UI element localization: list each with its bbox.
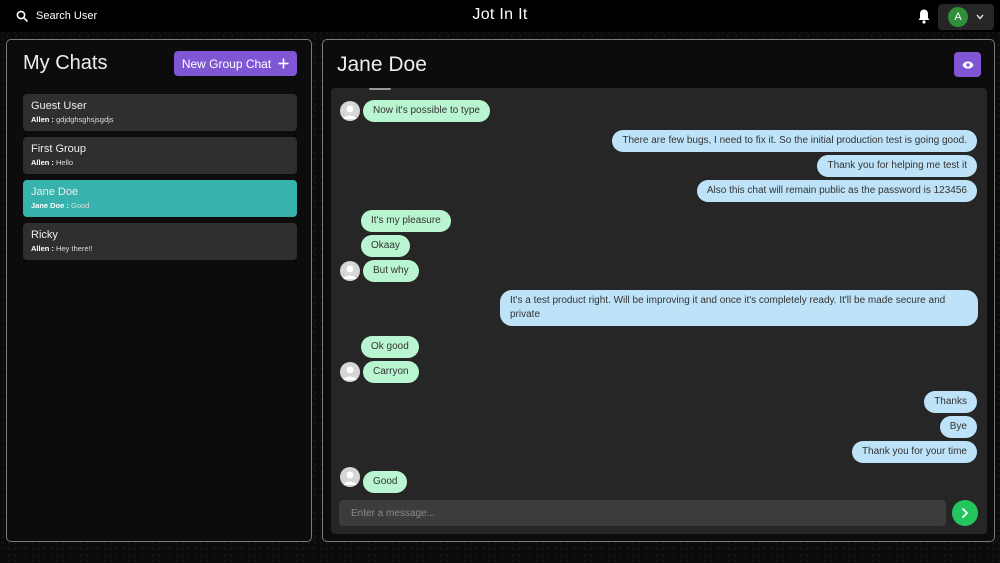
message-bubble-received: Okaay bbox=[361, 235, 410, 257]
sender-avatar-icon bbox=[340, 261, 360, 281]
new-group-chat-label: New Group Chat bbox=[181, 56, 272, 71]
chat-preview: Allen : Hey there!! bbox=[31, 244, 289, 254]
chat-item-jane-doe[interactable]: Jane Doe Jane Doe : Good bbox=[23, 180, 297, 217]
chat-preview-text: Hello bbox=[53, 158, 74, 167]
chat-name: Ricky bbox=[31, 229, 58, 241]
message-bubble-received: But why bbox=[363, 260, 419, 282]
chevron-right-icon bbox=[962, 508, 968, 518]
user-avatar: A bbox=[948, 7, 968, 27]
sender-avatar-icon bbox=[340, 101, 360, 121]
chat-item-first-group[interactable]: First Group Allen : Hello bbox=[23, 137, 297, 174]
my-chats-panel: My Chats New Group Chat Guest User Allen… bbox=[6, 39, 312, 542]
chat-name: Jane Doe bbox=[31, 186, 79, 198]
search-user-button[interactable]: Search User bbox=[10, 5, 103, 27]
chat-list: Guest User Allen : gdjdghsghsjsgdjs Firs… bbox=[23, 94, 297, 266]
plus-icon bbox=[278, 58, 289, 69]
chat-item-ricky[interactable]: Ricky Allen : Hey there!! bbox=[23, 223, 297, 260]
chat-item-guest-user[interactable]: Guest User Allen : gdjdghsghsjsgdjs bbox=[23, 94, 297, 131]
chat-preview-sender: Jane Doe : bbox=[31, 201, 69, 210]
message-bubble-sent: Thanks bbox=[924, 391, 977, 413]
profile-menu-button[interactable]: A bbox=[938, 4, 994, 30]
conversation-panel: Jane Doe Now it's possible to type There… bbox=[322, 39, 995, 542]
chat-preview-text: Good bbox=[68, 201, 90, 210]
chat-preview-sender: Allen : bbox=[31, 158, 54, 167]
message-bubble-received: Good bbox=[363, 471, 408, 493]
chat-preview-text: Hey there!! bbox=[53, 244, 93, 253]
send-button[interactable] bbox=[952, 500, 978, 526]
message-bubble-sent: Also this chat will remain public as the… bbox=[696, 180, 977, 202]
my-chats-title: My Chats bbox=[23, 52, 108, 74]
chat-preview: Jane Doe : Good bbox=[31, 201, 289, 211]
message-input[interactable] bbox=[339, 500, 946, 526]
message-bubble-sent: Thank you for your time bbox=[851, 441, 977, 463]
chat-preview-text: gdjdghsghsjsgdjs bbox=[53, 115, 114, 124]
new-group-chat-button[interactable]: New Group Chat bbox=[174, 51, 297, 76]
chat-name: Guest User bbox=[31, 100, 87, 112]
messages-area[interactable]: Now it's possible to type There are few … bbox=[331, 88, 987, 534]
chat-preview-sender: Allen : bbox=[31, 115, 54, 124]
app-title: Jot In It bbox=[472, 6, 528, 23]
notification-bell-icon[interactable] bbox=[917, 8, 931, 24]
sender-avatar-icon bbox=[340, 467, 360, 487]
chevron-down-icon bbox=[976, 14, 984, 20]
chat-name: First Group bbox=[31, 143, 87, 155]
message-bubble-sent: It's a test product right. Will be impro… bbox=[500, 290, 978, 326]
message-bubble-received: Carryon bbox=[363, 361, 419, 383]
search-icon bbox=[16, 10, 28, 22]
chat-preview: Allen : Hello bbox=[31, 158, 289, 168]
message-bubble-received: Ok good bbox=[361, 336, 419, 358]
message-bubble-received: Now it's possible to type bbox=[363, 100, 490, 122]
view-profile-button[interactable] bbox=[954, 52, 981, 77]
chat-preview: Allen : gdjdghsghsjsgdjs bbox=[31, 115, 289, 125]
message-bubble-received: It's my pleasure bbox=[361, 210, 451, 232]
message-scroll-edge bbox=[369, 88, 391, 90]
message-bubble-sent: Bye bbox=[939, 416, 977, 438]
conversation-title: Jane Doe bbox=[337, 53, 427, 76]
top-header: Search User Jot In It A bbox=[0, 0, 1000, 32]
message-bubble-sent: There are few bugs, I need to fix it. So… bbox=[612, 130, 977, 152]
sender-avatar-icon bbox=[340, 362, 360, 382]
chat-preview-sender: Allen : bbox=[31, 244, 54, 253]
search-user-label: Search User bbox=[36, 10, 98, 22]
message-bubble-sent: Thank you for helping me test it bbox=[817, 155, 977, 177]
eye-icon bbox=[962, 61, 973, 68]
